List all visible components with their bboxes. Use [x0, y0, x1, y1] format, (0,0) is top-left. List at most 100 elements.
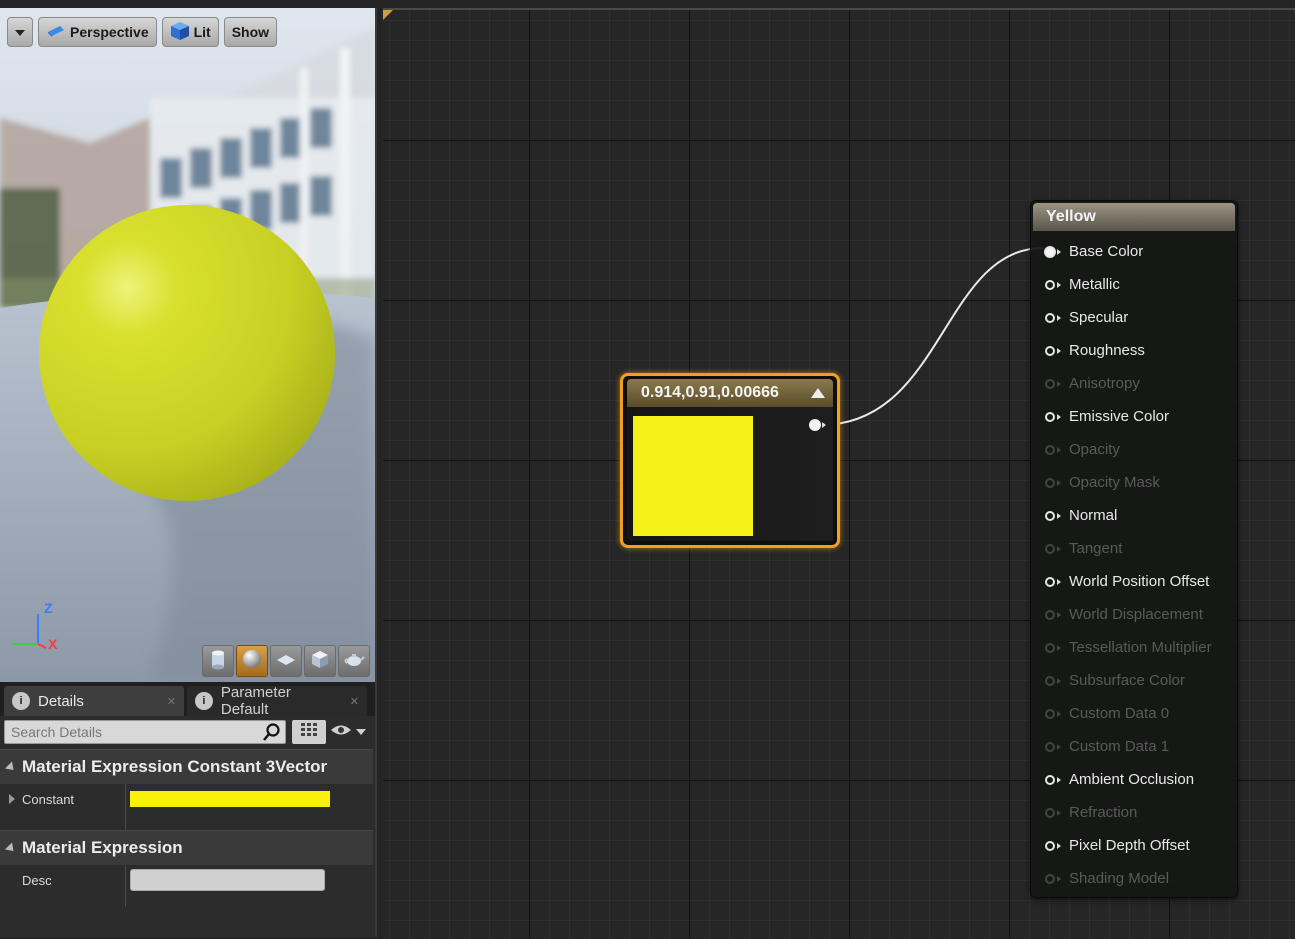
input-pin[interactable] — [1045, 609, 1055, 620]
input-pin[interactable] — [1045, 444, 1055, 455]
preview-shape-toolbar — [202, 645, 370, 677]
desc-input[interactable] — [130, 869, 325, 891]
input-pin[interactable] — [1044, 245, 1056, 258]
material-graph-canvas[interactable]: 0.914,0.91,0.00666 Yellow Base Color Meta… — [383, 8, 1295, 939]
cube-icon — [309, 648, 331, 675]
column-divider[interactable] — [125, 784, 126, 836]
input-pin-row[interactable]: Specular — [1031, 301, 1237, 334]
input-pin-row[interactable]: Base Color — [1031, 235, 1237, 268]
input-pin-row[interactable]: Subsurface Color — [1031, 664, 1237, 697]
input-pin-row[interactable]: World Position Offset — [1031, 565, 1237, 598]
preview-cylinder-button[interactable] — [202, 645, 234, 677]
input-pin[interactable] — [1045, 741, 1055, 752]
tab-parameter-defaults[interactable]: i Parameter Default ✕ — [187, 684, 367, 718]
preview-teapot-button[interactable] — [338, 645, 370, 677]
input-pin[interactable] — [1045, 576, 1055, 587]
input-pin-label: Emissive Color — [1069, 408, 1170, 425]
input-pin[interactable] — [1045, 411, 1055, 422]
input-pin-row[interactable]: Ambient Occlusion — [1031, 763, 1237, 796]
input-pin[interactable] — [1045, 642, 1055, 653]
constant-color-swatch[interactable] — [130, 791, 330, 807]
lighting-mode-label: Lit — [193, 24, 211, 40]
input-pin[interactable] — [1045, 312, 1055, 323]
input-pin-row[interactable]: Emissive Color — [1031, 400, 1237, 433]
output-pin[interactable] — [809, 419, 821, 431]
collapse-arrow-icon — [4, 841, 18, 855]
view-mode-button[interactable]: Perspective — [38, 17, 157, 47]
preview-plane-button[interactable] — [270, 645, 302, 677]
close-icon[interactable]: ✕ — [167, 695, 176, 708]
input-pin[interactable] — [1045, 675, 1055, 686]
input-pin-row[interactable]: Pixel Depth Offset — [1031, 829, 1237, 862]
input-pin[interactable] — [1045, 477, 1055, 488]
input-pin-row[interactable]: Custom Data 0 — [1031, 697, 1237, 730]
input-pin-row[interactable]: World Displacement — [1031, 598, 1237, 631]
search-icon[interactable] — [262, 722, 282, 742]
input-pin[interactable] — [1045, 873, 1055, 884]
plane-icon — [275, 648, 297, 675]
pin-arrow-icon — [1057, 413, 1061, 420]
collapse-preview-icon[interactable] — [811, 388, 825, 398]
constant-node-title-bar[interactable]: 0.914,0.91,0.00666 — [627, 379, 833, 407]
input-pin-row[interactable]: Roughness — [1031, 334, 1237, 367]
input-pin-row[interactable]: Metallic — [1031, 268, 1237, 301]
constant-node-body — [627, 407, 833, 541]
input-pin-row[interactable]: Normal — [1031, 499, 1237, 532]
result-node-title: Yellow — [1046, 208, 1096, 225]
constant-3vector-node[interactable]: 0.914,0.91,0.00666 — [620, 373, 840, 548]
viewport-options-button[interactable] — [7, 17, 33, 47]
input-pin-label: Opacity Mask — [1069, 474, 1160, 491]
input-pin-row[interactable]: Opacity — [1031, 433, 1237, 466]
category-title: Material Expression Constant 3Vector — [22, 757, 328, 776]
column-divider[interactable] — [125, 865, 126, 907]
input-pin-label: World Displacement — [1069, 606, 1203, 623]
input-pin-label: Subsurface Color — [1069, 672, 1185, 689]
constant-color-preview — [633, 416, 753, 536]
preview-sphere-button[interactable] — [236, 645, 268, 677]
input-pin-row[interactable]: Opacity Mask — [1031, 466, 1237, 499]
preview-cube-button[interactable] — [304, 645, 336, 677]
input-pin[interactable] — [1045, 510, 1055, 521]
preview-scene[interactable] — [0, 8, 375, 682]
input-pin-label: Tangent — [1069, 540, 1123, 557]
input-pin[interactable] — [1045, 543, 1055, 554]
material-result-node[interactable]: Yellow Base Color Metallic Specular Roughne… — [1030, 200, 1238, 898]
input-pin[interactable] — [1045, 378, 1055, 389]
input-pin[interactable] — [1045, 345, 1055, 356]
input-pin[interactable] — [1045, 807, 1055, 818]
property-matrix-button[interactable] — [292, 720, 326, 744]
input-pin[interactable] — [1045, 774, 1055, 785]
lighting-mode-button[interactable]: Lit — [161, 17, 219, 47]
input-pin[interactable] — [1045, 840, 1055, 851]
category-material-expression[interactable]: Material Expression — [0, 830, 373, 865]
close-icon[interactable]: ✕ — [350, 695, 359, 708]
property-row-constant: Constant — [0, 784, 373, 814]
search-details-input[interactable] — [4, 720, 286, 744]
pin-arrow-icon — [1057, 875, 1061, 882]
input-pin-label: Refraction — [1069, 804, 1138, 821]
category-constant-3vector[interactable]: Material Expression Constant 3Vector — [0, 749, 373, 784]
input-pin-row[interactable]: Shading Model — [1031, 862, 1237, 895]
chevron-down-icon — [356, 723, 366, 741]
pin-arrow-icon — [1057, 281, 1061, 288]
input-pin-row[interactable]: Tangent — [1031, 532, 1237, 565]
material-preview-viewport[interactable]: Perspective Lit Show Z X — [0, 8, 377, 682]
pin-arrow-icon — [1057, 677, 1061, 684]
input-pin-label: Tessellation Multiplier — [1069, 639, 1212, 656]
input-pin-row[interactable]: Tessellation Multiplier — [1031, 631, 1237, 664]
tab-details[interactable]: i Details ✕ — [4, 686, 184, 716]
viewport-toolbar: Perspective Lit Show — [7, 17, 278, 47]
input-pin[interactable] — [1045, 279, 1055, 290]
show-flags-button[interactable]: Show — [223, 17, 278, 47]
input-pin-row[interactable]: Custom Data 1 — [1031, 730, 1237, 763]
input-pin-row[interactable]: Refraction — [1031, 796, 1237, 829]
input-pin-label: Pixel Depth Offset — [1069, 837, 1190, 854]
expand-arrow-icon[interactable] — [9, 794, 15, 804]
pin-arrow-icon — [1057, 710, 1061, 717]
result-node-title-bar[interactable]: Yellow — [1033, 203, 1235, 231]
view-options-button[interactable] — [330, 720, 372, 744]
input-pin-row[interactable]: Anisotropy — [1031, 367, 1237, 400]
input-pin-label: Base Color — [1069, 243, 1144, 260]
input-pin[interactable] — [1045, 708, 1055, 719]
graph-corner-marker — [383, 10, 393, 20]
